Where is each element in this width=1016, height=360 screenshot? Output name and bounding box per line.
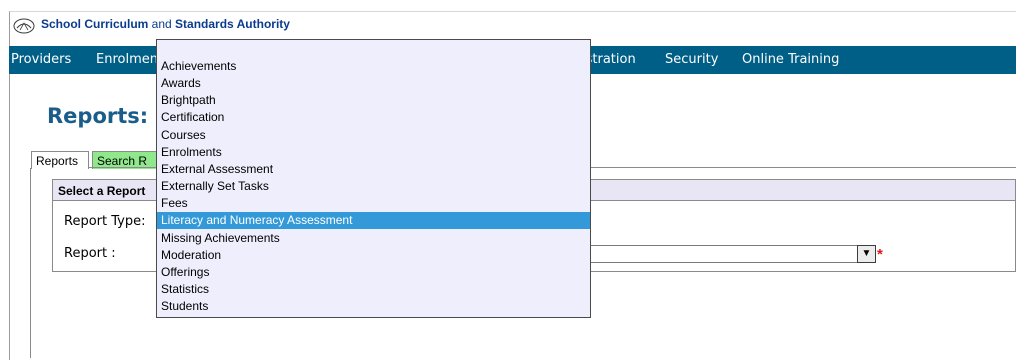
dropdown-option[interactable]: Externally Set Tasks	[157, 178, 590, 195]
nav-item-online-training[interactable]: Online Training	[742, 52, 839, 67]
dropdown-option[interactable]: Statistics	[157, 281, 590, 298]
nav-item-enrolments[interactable]: Enrolmen	[96, 52, 158, 67]
authority-logo-icon	[13, 18, 35, 34]
dropdown-option[interactable]: Awards	[157, 75, 590, 92]
dropdown-option[interactable]: Achievements	[157, 58, 590, 75]
report-select[interactable]	[590, 245, 876, 263]
required-marker: *	[877, 246, 883, 263]
report-type-label: Report Type:	[64, 214, 146, 229]
page-title: Reports: O	[47, 104, 174, 128]
chevron-down-icon[interactable]: ▼	[857, 245, 876, 263]
dropdown-option[interactable]: Enrolments	[157, 144, 590, 161]
dropdown-option[interactable]: Offerings	[157, 264, 590, 281]
dropdown-option[interactable]: Moderation	[157, 247, 590, 264]
dropdown-option[interactable]: Brightpath	[157, 92, 590, 109]
dropdown-option[interactable]: Fees	[157, 195, 590, 212]
nav-item-security[interactable]: Security	[665, 52, 718, 67]
dropdown-option[interactable]: Missing Achievements	[157, 230, 590, 247]
report-section-title: Select a Report	[58, 184, 146, 198]
tab-reports[interactable]: Reports	[31, 151, 89, 169]
nav-item-providers[interactable]: Providers	[11, 52, 71, 67]
dropdown-option[interactable]: Courses	[157, 127, 590, 144]
organisation-name: School Curriculum and Standards Authorit…	[41, 17, 290, 31]
dropdown-option[interactable]: Students	[157, 298, 590, 315]
dropdown-option[interactable]: Literacy and Numeracy Assessment	[157, 212, 590, 229]
dropdown-option[interactable]: Certification	[157, 109, 590, 126]
dropdown-option[interactable]: External Assessment	[157, 161, 590, 178]
report-label: Report :	[64, 246, 116, 261]
